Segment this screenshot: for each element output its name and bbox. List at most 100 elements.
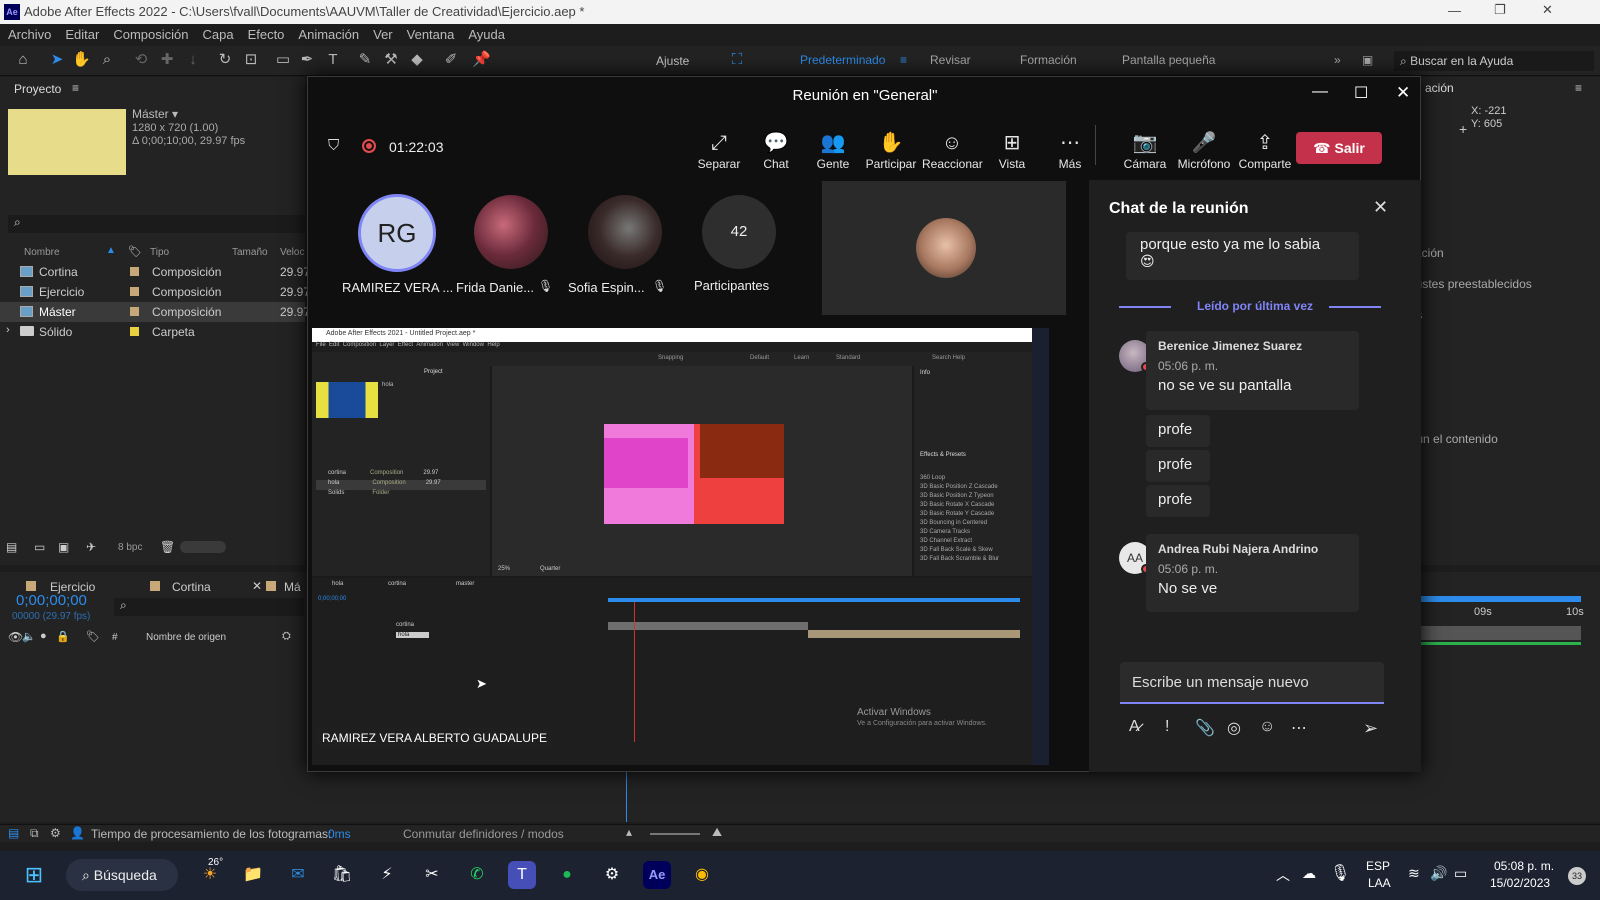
render-icon[interactable]: ✈ [86, 540, 96, 554]
close-tab-icon[interactable]: ✕ [252, 579, 262, 593]
important-icon[interactable]: ! [1165, 718, 1169, 736]
status-icon-1[interactable]: ▤ [8, 826, 19, 840]
playhead[interactable] [626, 772, 627, 822]
menu-animacion[interactable]: Animación [298, 27, 359, 42]
volume-icon[interactable]: 🔊 [1430, 865, 1447, 882]
home-icon[interactable]: ⌂ [14, 51, 32, 69]
zoom-tool-icon[interactable]: ⌕ [98, 51, 116, 69]
rectangle-tool-icon[interactable]: ▭ [274, 51, 292, 69]
project-item-master[interactable]: Máster Composición 29.97 [0, 302, 310, 322]
more-options-icon[interactable]: ⋯ [1291, 718, 1307, 738]
pop-out-button[interactable]: ⤢ Separar [689, 129, 749, 171]
mail-icon[interactable]: ✉ [284, 861, 312, 889]
store-icon[interactable]: 🛍 [328, 861, 356, 889]
maximize-icon[interactable]: ☐ [1354, 83, 1368, 103]
battery-icon[interactable]: ▭ [1454, 865, 1467, 882]
anchor-tool-icon[interactable]: ⊡ [242, 51, 260, 69]
rotate-tool-icon[interactable]: ↻ [216, 51, 234, 69]
camera-button[interactable]: 📷 Cámara [1115, 129, 1175, 171]
react-button[interactable]: ☺ Reaccionar [922, 129, 983, 171]
snap-options-icon[interactable]: ⛶ [728, 51, 746, 69]
loop-icon[interactable]: ◎ [1227, 718, 1241, 738]
snipping-icon[interactable]: ✂ [418, 861, 446, 889]
help-search[interactable]: ⌕ Buscar en la Ayuda [1394, 51, 1594, 71]
time-navigator[interactable] [1421, 596, 1581, 602]
panel-menu-icon[interactable]: ≡ [72, 81, 79, 95]
stamp-tool-icon[interactable]: ⚒ [382, 51, 400, 69]
zoom-slider[interactable] [650, 833, 700, 835]
interpret-footage-icon[interactable]: ▤ [6, 540, 17, 554]
participant-avatar-rg[interactable]: RG [358, 194, 436, 272]
people-button[interactable]: 👥 Gente [803, 129, 863, 171]
minimize-icon[interactable]: — [1448, 3, 1461, 18]
chat-button[interactable]: 💬 Chat [746, 129, 806, 171]
shield-icon[interactable]: ⛉ [328, 137, 339, 154]
col-type[interactable]: Tipo [150, 247, 169, 258]
current-timecode[interactable]: 0;00;00;00 [16, 592, 87, 609]
menu-ventana[interactable]: Ventana [407, 27, 455, 42]
view-button[interactable]: ⊞ Vista [982, 129, 1042, 171]
workspace-menu-icon[interactable]: ≡ [900, 53, 907, 67]
close-chat-icon[interactable]: ✕ [1373, 197, 1388, 218]
menu-composicion[interactable]: Composición [113, 27, 188, 42]
chrome-icon[interactable]: ◉ [688, 861, 716, 889]
whatsapp-icon[interactable]: ✆ [463, 861, 491, 889]
spotify-icon[interactable]: ● [553, 861, 581, 889]
col-size[interactable]: Tamaño [232, 247, 268, 258]
workspace-default[interactable]: Predeterminado [800, 53, 885, 67]
raise-hand-button[interactable]: ✋ Participar [861, 129, 921, 171]
workspace-review[interactable]: Revisar [930, 53, 971, 67]
bolt-app-icon[interactable]: ⚡ [373, 861, 401, 889]
restore-icon[interactable]: ❐ [1494, 2, 1506, 18]
participant-avatar-frida[interactable] [474, 195, 548, 269]
zoom-in-icon[interactable]: ⛰ [712, 825, 722, 840]
tray-mic-off-icon[interactable]: 🎙 [1330, 863, 1350, 883]
file-explorer-icon[interactable]: 📁 [239, 861, 267, 889]
more-workspaces-icon[interactable]: » [1334, 53, 1341, 67]
new-comp-icon[interactable]: ▣ [58, 540, 69, 554]
attach-icon[interactable]: 📎 [1195, 718, 1215, 738]
info-tab[interactable]: ación [1425, 81, 1454, 95]
clock-date[interactable]: 15/02/2023 [1490, 876, 1550, 890]
status-icon-4[interactable]: 👤 [70, 826, 85, 840]
solo-icon[interactable]: ● [40, 630, 47, 642]
project-item-cortina[interactable]: Cortina Composición 29.97 [0, 262, 310, 282]
search-button[interactable]: ⌕ Búsqueda [66, 859, 178, 891]
message-input[interactable]: Escribe un mensaje nuevo [1120, 662, 1384, 704]
puppet-tool-icon[interactable]: 📌 [472, 51, 491, 69]
menu-efecto[interactable]: Efecto [248, 27, 285, 42]
menu-ver[interactable]: Ver [373, 27, 393, 42]
workspace-training[interactable]: Formación [1020, 53, 1077, 67]
chevron-right-icon[interactable]: › [6, 324, 10, 336]
roto-tool-icon[interactable]: ✐ [442, 51, 460, 69]
emoji-icon[interactable]: ☺ [1259, 718, 1275, 736]
lang-primary[interactable]: ESP [1366, 859, 1390, 873]
status-icon-2[interactable]: ⧉ [30, 826, 39, 841]
tray-overflow-icon[interactable]: ︿ [1276, 865, 1290, 885]
text-tool-icon[interactable]: T [324, 51, 342, 69]
toggle-switches[interactable]: Conmutar definidores / modos [403, 827, 564, 841]
notification-badge[interactable]: 33 [1568, 867, 1586, 885]
menu-archivo[interactable]: Archivo [8, 27, 51, 42]
pen-tool-icon[interactable]: ✒ [298, 51, 316, 69]
project-tab[interactable]: Proyecto [14, 82, 61, 96]
trash-icon[interactable]: 🗑 [160, 540, 175, 554]
minimize-icon[interactable]: — [1312, 83, 1328, 101]
panel-menu-icon[interactable]: ≡ [1575, 81, 1582, 95]
col-name[interactable]: Nombre [24, 247, 60, 258]
menu-editar[interactable]: Editar [65, 27, 99, 42]
clock-time[interactable]: 05:08 p. m. [1494, 859, 1554, 873]
comp-name[interactable]: Máster ▾ [132, 107, 178, 121]
project-item-solido[interactable]: › Sólido Carpeta [0, 322, 305, 342]
audio-icon[interactable]: 🔈 [22, 630, 36, 643]
more-button[interactable]: ⋯ Más [1040, 129, 1100, 171]
orbit-tool-icon[interactable]: ⟲ [132, 51, 150, 69]
eraser-tool-icon[interactable]: ◆ [408, 51, 426, 69]
close-icon[interactable]: ✕ [1542, 2, 1553, 18]
microphone-button[interactable]: 🎤 Micrófono [1174, 129, 1234, 171]
status-icon-3[interactable]: ⚙ [50, 826, 61, 840]
timeline-tab-master[interactable]: Má [266, 580, 301, 594]
share-button[interactable]: ⇪ Comparte [1235, 129, 1295, 171]
hand-tool-icon[interactable]: ✋ [72, 51, 91, 69]
lang-secondary[interactable]: LAA [1368, 876, 1391, 890]
